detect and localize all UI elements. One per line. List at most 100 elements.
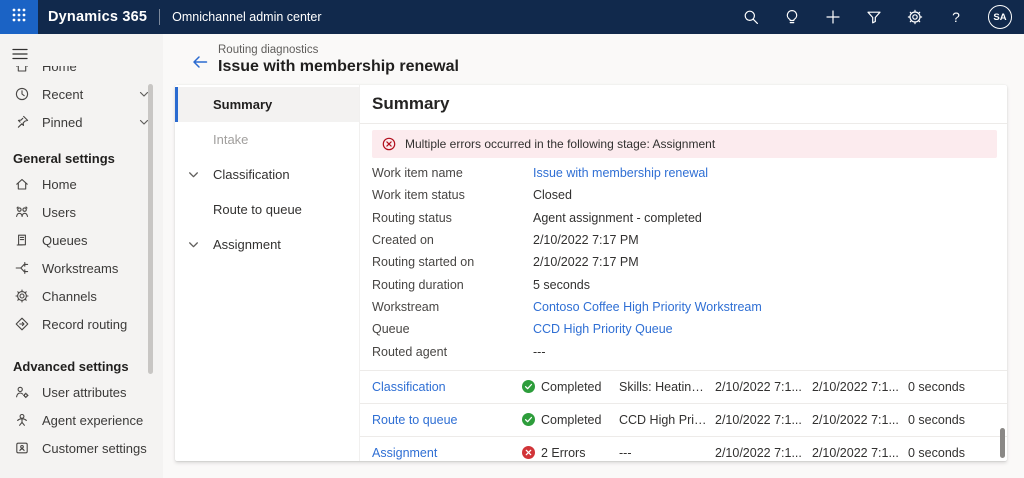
sidebar-item-label: Record routing — [42, 316, 128, 332]
field-row: Routing duration 5 seconds — [372, 273, 1007, 295]
brand-title[interactable]: Dynamics 365 — [48, 9, 147, 25]
stage-detail: --- — [619, 445, 632, 460]
stage-link[interactable]: Assignment — [372, 446, 522, 460]
app-launcher-button[interactable] — [0, 0, 38, 34]
stage-started: 2/10/2022 7:1... — [715, 445, 802, 460]
field-label: Routing status — [372, 210, 452, 225]
sidebar-item-users[interactable]: Users — [0, 198, 163, 226]
stage-nav-item-route-to-queue[interactable]: Route to queue — [175, 192, 359, 227]
field-value: 2/10/2022 7:17 PM — [533, 255, 639, 270]
field-label: Workstream — [372, 299, 440, 314]
stage-detail: Skills: Heating,... — [619, 379, 713, 394]
add-icon[interactable] — [824, 8, 842, 26]
stage-duration: 0 seconds — [908, 412, 965, 427]
sidebar-scroll-area: Home Recent Pinned General settings Home… — [0, 66, 163, 466]
topbar-divider — [159, 9, 161, 25]
page-header-text: Routing diagnostics Issue with membershi… — [218, 44, 459, 76]
stage-link[interactable]: Route to queue — [372, 413, 522, 427]
field-row: Created on 2/10/2022 7:17 PM — [372, 229, 1007, 251]
field-label: Work item name — [372, 166, 463, 181]
app-name[interactable]: Omnichannel admin center — [172, 10, 321, 24]
chevron-down-icon[interactable] — [187, 238, 200, 251]
sidebar-item-queues[interactable]: Queues — [0, 226, 163, 254]
gear-icon[interactable] — [906, 8, 924, 26]
account-avatar[interactable]: SA — [988, 5, 1012, 29]
sidebar-item-customer-settings[interactable]: Customer settings — [0, 434, 163, 462]
sidebar-item-label: Pinned — [42, 114, 83, 130]
sidebar-item-recent[interactable]: Recent — [0, 80, 163, 108]
record-routing-icon — [14, 316, 30, 332]
field-row: Work item status Closed — [372, 184, 1007, 206]
summary-panel: Summary Multiple errors occurred in the … — [360, 85, 1007, 461]
status-cell: Completed — [522, 413, 619, 427]
table-row-route-to-queue: Route to queue Completed CCD High Prio..… — [360, 402, 1007, 436]
stage-nav-item-classification[interactable]: Classification — [175, 157, 359, 192]
home-icon — [14, 176, 30, 192]
stage-nav-label: Summary — [213, 97, 273, 112]
diagnostics-card: Summary Intake Classification Route to q… — [175, 85, 1007, 461]
sidebar-item-agent-experience[interactable]: Agent experience — [0, 406, 163, 434]
sidebar-item-label: Agent experience — [42, 412, 144, 428]
sidebar-item-record-routing[interactable]: Record routing — [0, 310, 163, 338]
menu-toggle-button[interactable] — [12, 44, 36, 64]
stage-duration: 0 seconds — [908, 445, 965, 460]
sidebar-item-label: Recent — [42, 86, 84, 102]
sidebar-item-channels[interactable]: Channels — [0, 282, 163, 310]
stage-nav-label: Intake — [213, 132, 249, 147]
lightbulb-icon[interactable] — [783, 8, 801, 26]
sidebar-item-pinned[interactable]: Pinned — [0, 108, 163, 136]
sidebar-section-general-settings: General settings — [13, 150, 115, 166]
status-text: Completed — [541, 379, 602, 394]
field-row: Routing started on 2/10/2022 7:17 PM — [372, 251, 1007, 273]
stage-link[interactable]: Classification — [372, 380, 522, 394]
filter-icon[interactable] — [865, 8, 883, 26]
waffle-icon — [11, 7, 27, 28]
field-value: Agent assignment - completed — [533, 210, 702, 225]
topbar-actions: ? SA — [742, 5, 1024, 29]
stage-detail: CCD High Prio... — [619, 412, 712, 427]
chevron-down-icon[interactable] — [187, 168, 200, 181]
table-row-assignment: Assignment 2 Errors --- 2/10/2022 7:1...… — [360, 435, 1007, 461]
sidebar-item-user-attributes[interactable]: User attributes — [0, 378, 163, 406]
sidebar-item-home-clipped[interactable]: Home — [0, 66, 163, 80]
error-banner-text: Multiple errors occurred in the followin… — [405, 137, 716, 151]
status-text: Completed — [541, 412, 602, 427]
avatar-initials: SA — [993, 11, 1007, 23]
stage-ended: 2/10/2022 7:1... — [812, 412, 899, 427]
field-label: Queue — [372, 322, 410, 337]
stage-nav-label: Assignment — [213, 237, 281, 252]
stage-nav-label: Classification — [213, 167, 290, 182]
field-row: Queue CCD High Priority Queue — [372, 318, 1007, 340]
stage-duration: 0 seconds — [908, 379, 965, 394]
status-text: 2 Errors — [541, 445, 586, 460]
error-circle-icon — [382, 137, 396, 151]
back-button[interactable] — [190, 52, 210, 72]
sidebar-item-workstreams[interactable]: Workstreams — [0, 254, 163, 282]
field-label: Created on — [372, 233, 434, 248]
field-row: Work item name Issue with membership ren… — [372, 162, 1007, 184]
status-cell: 2 Errors — [522, 446, 619, 460]
sidebar-item-home[interactable]: Home — [0, 170, 163, 198]
stage-nav-item-assignment[interactable]: Assignment — [175, 227, 359, 262]
queue-link[interactable]: CCD High Priority Queue — [533, 322, 673, 336]
help-icon[interactable]: ? — [947, 8, 965, 26]
breadcrumb[interactable]: Routing diagnostics — [218, 44, 459, 56]
page-title: Issue with membership renewal — [218, 58, 459, 75]
field-value: 2/10/2022 7:17 PM — [533, 233, 639, 248]
field-row: Routing status Agent assignment - comple… — [372, 207, 1007, 229]
sidebar-item-label: Workstreams — [42, 260, 119, 276]
search-icon[interactable] — [742, 8, 760, 26]
panel-scrollbar[interactable] — [1000, 428, 1005, 458]
status-cell: Completed — [522, 380, 619, 394]
workstream-link[interactable]: Contoso Coffee High Priority Workstream — [533, 300, 762, 314]
stage-nav-item-summary[interactable]: Summary — [175, 87, 359, 122]
queues-icon — [14, 232, 30, 248]
workstreams-icon — [14, 260, 30, 276]
stage-started: 2/10/2022 7:1... — [715, 379, 802, 394]
sidebar-item-label: Queues — [42, 232, 88, 248]
sidebar-scrollbar[interactable] — [148, 84, 153, 374]
field-value: --- — [533, 344, 546, 359]
work-item-name-link[interactable]: Issue with membership renewal — [533, 166, 708, 180]
users-icon — [14, 204, 30, 220]
stage-nav-item-intake: Intake — [175, 122, 359, 157]
